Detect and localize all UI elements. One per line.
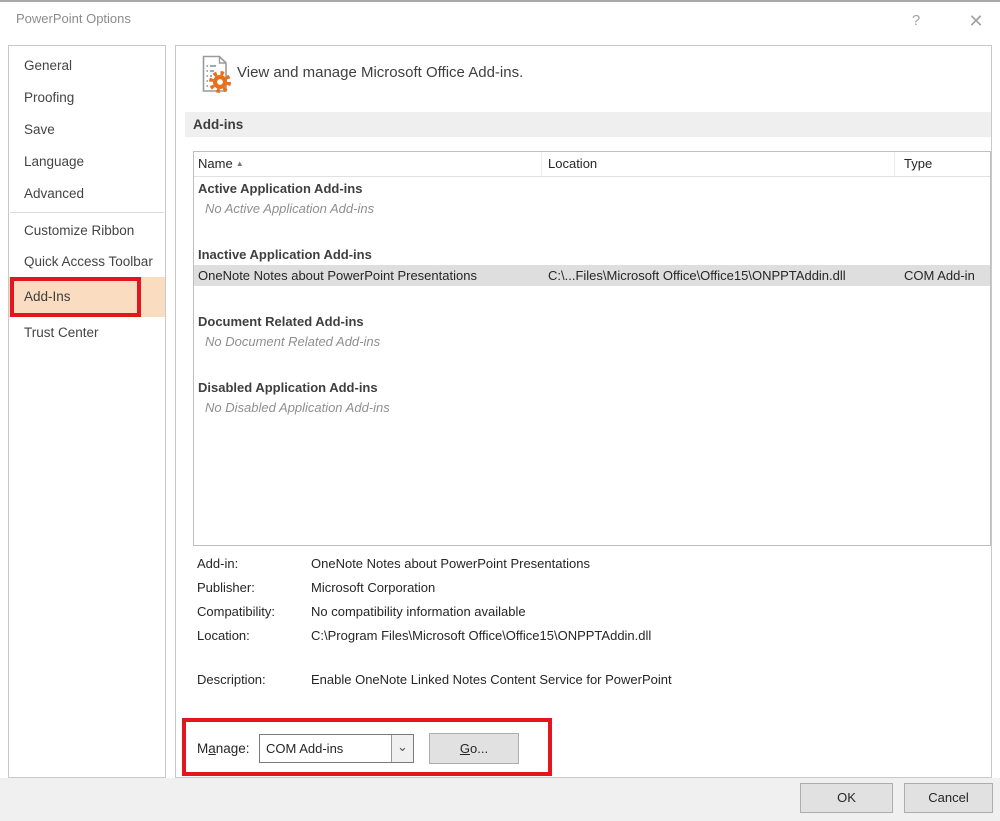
add-ins-page: View and manage Microsoft Office Add-ins… [175,45,992,778]
detail-row-location: Location: C:\Program Files\Microsoft Off… [197,624,672,648]
detail-value: Microsoft Corporation [311,576,435,600]
chevron-down-icon[interactable]: ⌄ [391,735,413,762]
detail-value: Enable OneNote Linked Notes Content Serv… [311,668,672,692]
detail-row-description: Description: Enable OneNote Linked Notes… [197,668,672,692]
add-ins-table: Name▲ Location Type Active Application A… [193,151,991,546]
sidebar-item-add-ins[interactable]: Add-Ins [9,277,165,317]
table-header-row: Name▲ Location Type [194,152,990,177]
go-button[interactable]: Go... [429,733,519,764]
sidebar-divider [10,212,164,213]
sidebar-item-quick-access-toolbar[interactable]: Quick Access Toolbar [9,246,165,277]
empty-group-text: No Document Related Add-ins [194,332,990,352]
titlebar: PowerPoint Options ? ✕ [0,2,1000,42]
detail-row-compatibility: Compatibility: No compatibility informat… [197,600,672,624]
detail-row-addin: Add-in: OneNote Notes about PowerPoint P… [197,552,672,576]
help-icon[interactable]: ? [903,8,929,34]
addin-location-cell: C:\...Files\Microsoft Office\Office15\ON… [542,265,895,286]
detail-label: Add-in: [197,552,311,576]
detail-label: Description: [197,668,311,692]
group-header-disabled: Disabled Application Add-ins [194,378,990,398]
dialog-title: PowerPoint Options [16,11,131,26]
table-row-onenote-addin[interactable]: OneNote Notes about PowerPoint Presentat… [194,265,990,286]
manage-dropdown[interactable]: COM Add-ins ⌄ [259,734,414,763]
manage-label: Manage: [197,733,250,764]
ok-button[interactable]: OK [800,783,893,813]
close-icon[interactable]: ✕ [961,6,991,36]
sidebar-item-language[interactable]: Language [9,146,165,178]
detail-value: C:\Program Files\Microsoft Office\Office… [311,624,651,648]
powerpoint-options-dialog: PowerPoint Options ? ✕ General Proofing … [0,0,1000,821]
sidebar-item-proofing[interactable]: Proofing [9,82,165,114]
sidebar-item-label: Add-Ins [24,289,71,304]
group-header-active: Active Application Add-ins [194,179,990,199]
table-spacer [194,286,990,312]
detail-row-publisher: Publisher: Microsoft Corporation [197,576,672,600]
detail-label: Location: [197,624,311,648]
addin-name-cell: OneNote Notes about PowerPoint Presentat… [194,265,542,286]
group-header-inactive: Inactive Application Add-ins [194,245,990,265]
detail-label: Publisher: [197,576,311,600]
detail-label: Compatibility: [197,600,311,624]
sort-ascending-icon: ▲ [236,159,244,168]
add-ins-section-header: Add-ins [185,112,991,137]
cancel-button[interactable]: Cancel [904,783,993,813]
addins-document-gear-icon [195,54,235,94]
options-sidebar: General Proofing Save Language Advanced … [8,45,166,778]
column-header-type[interactable]: Type [895,152,990,176]
sidebar-item-customize-ribbon[interactable]: Customize Ribbon [9,215,165,246]
empty-group-text: No Active Application Add-ins [194,199,990,219]
sidebar-item-save[interactable]: Save [9,114,165,146]
table-spacer [194,352,990,378]
group-header-document-related: Document Related Add-ins [194,312,990,332]
column-header-name[interactable]: Name▲ [194,152,542,176]
table-spacer [194,219,990,245]
addin-type-cell: COM Add-in [895,265,990,286]
addin-details: Add-in: OneNote Notes about PowerPoint P… [197,552,672,692]
manage-dropdown-value: COM Add-ins [260,735,391,762]
page-title: View and manage Microsoft Office Add-ins… [237,64,523,81]
sidebar-item-advanced[interactable]: Advanced [9,178,165,210]
detail-value: No compatibility information available [311,600,526,624]
column-header-location[interactable]: Location [542,152,895,176]
detail-value: OneNote Notes about PowerPoint Presentat… [311,552,590,576]
sidebar-item-trust-center[interactable]: Trust Center [9,317,165,349]
dialog-footer: OK Cancel [0,778,1000,821]
sidebar-item-general[interactable]: General [9,50,165,82]
empty-group-text: No Disabled Application Add-ins [194,398,990,418]
